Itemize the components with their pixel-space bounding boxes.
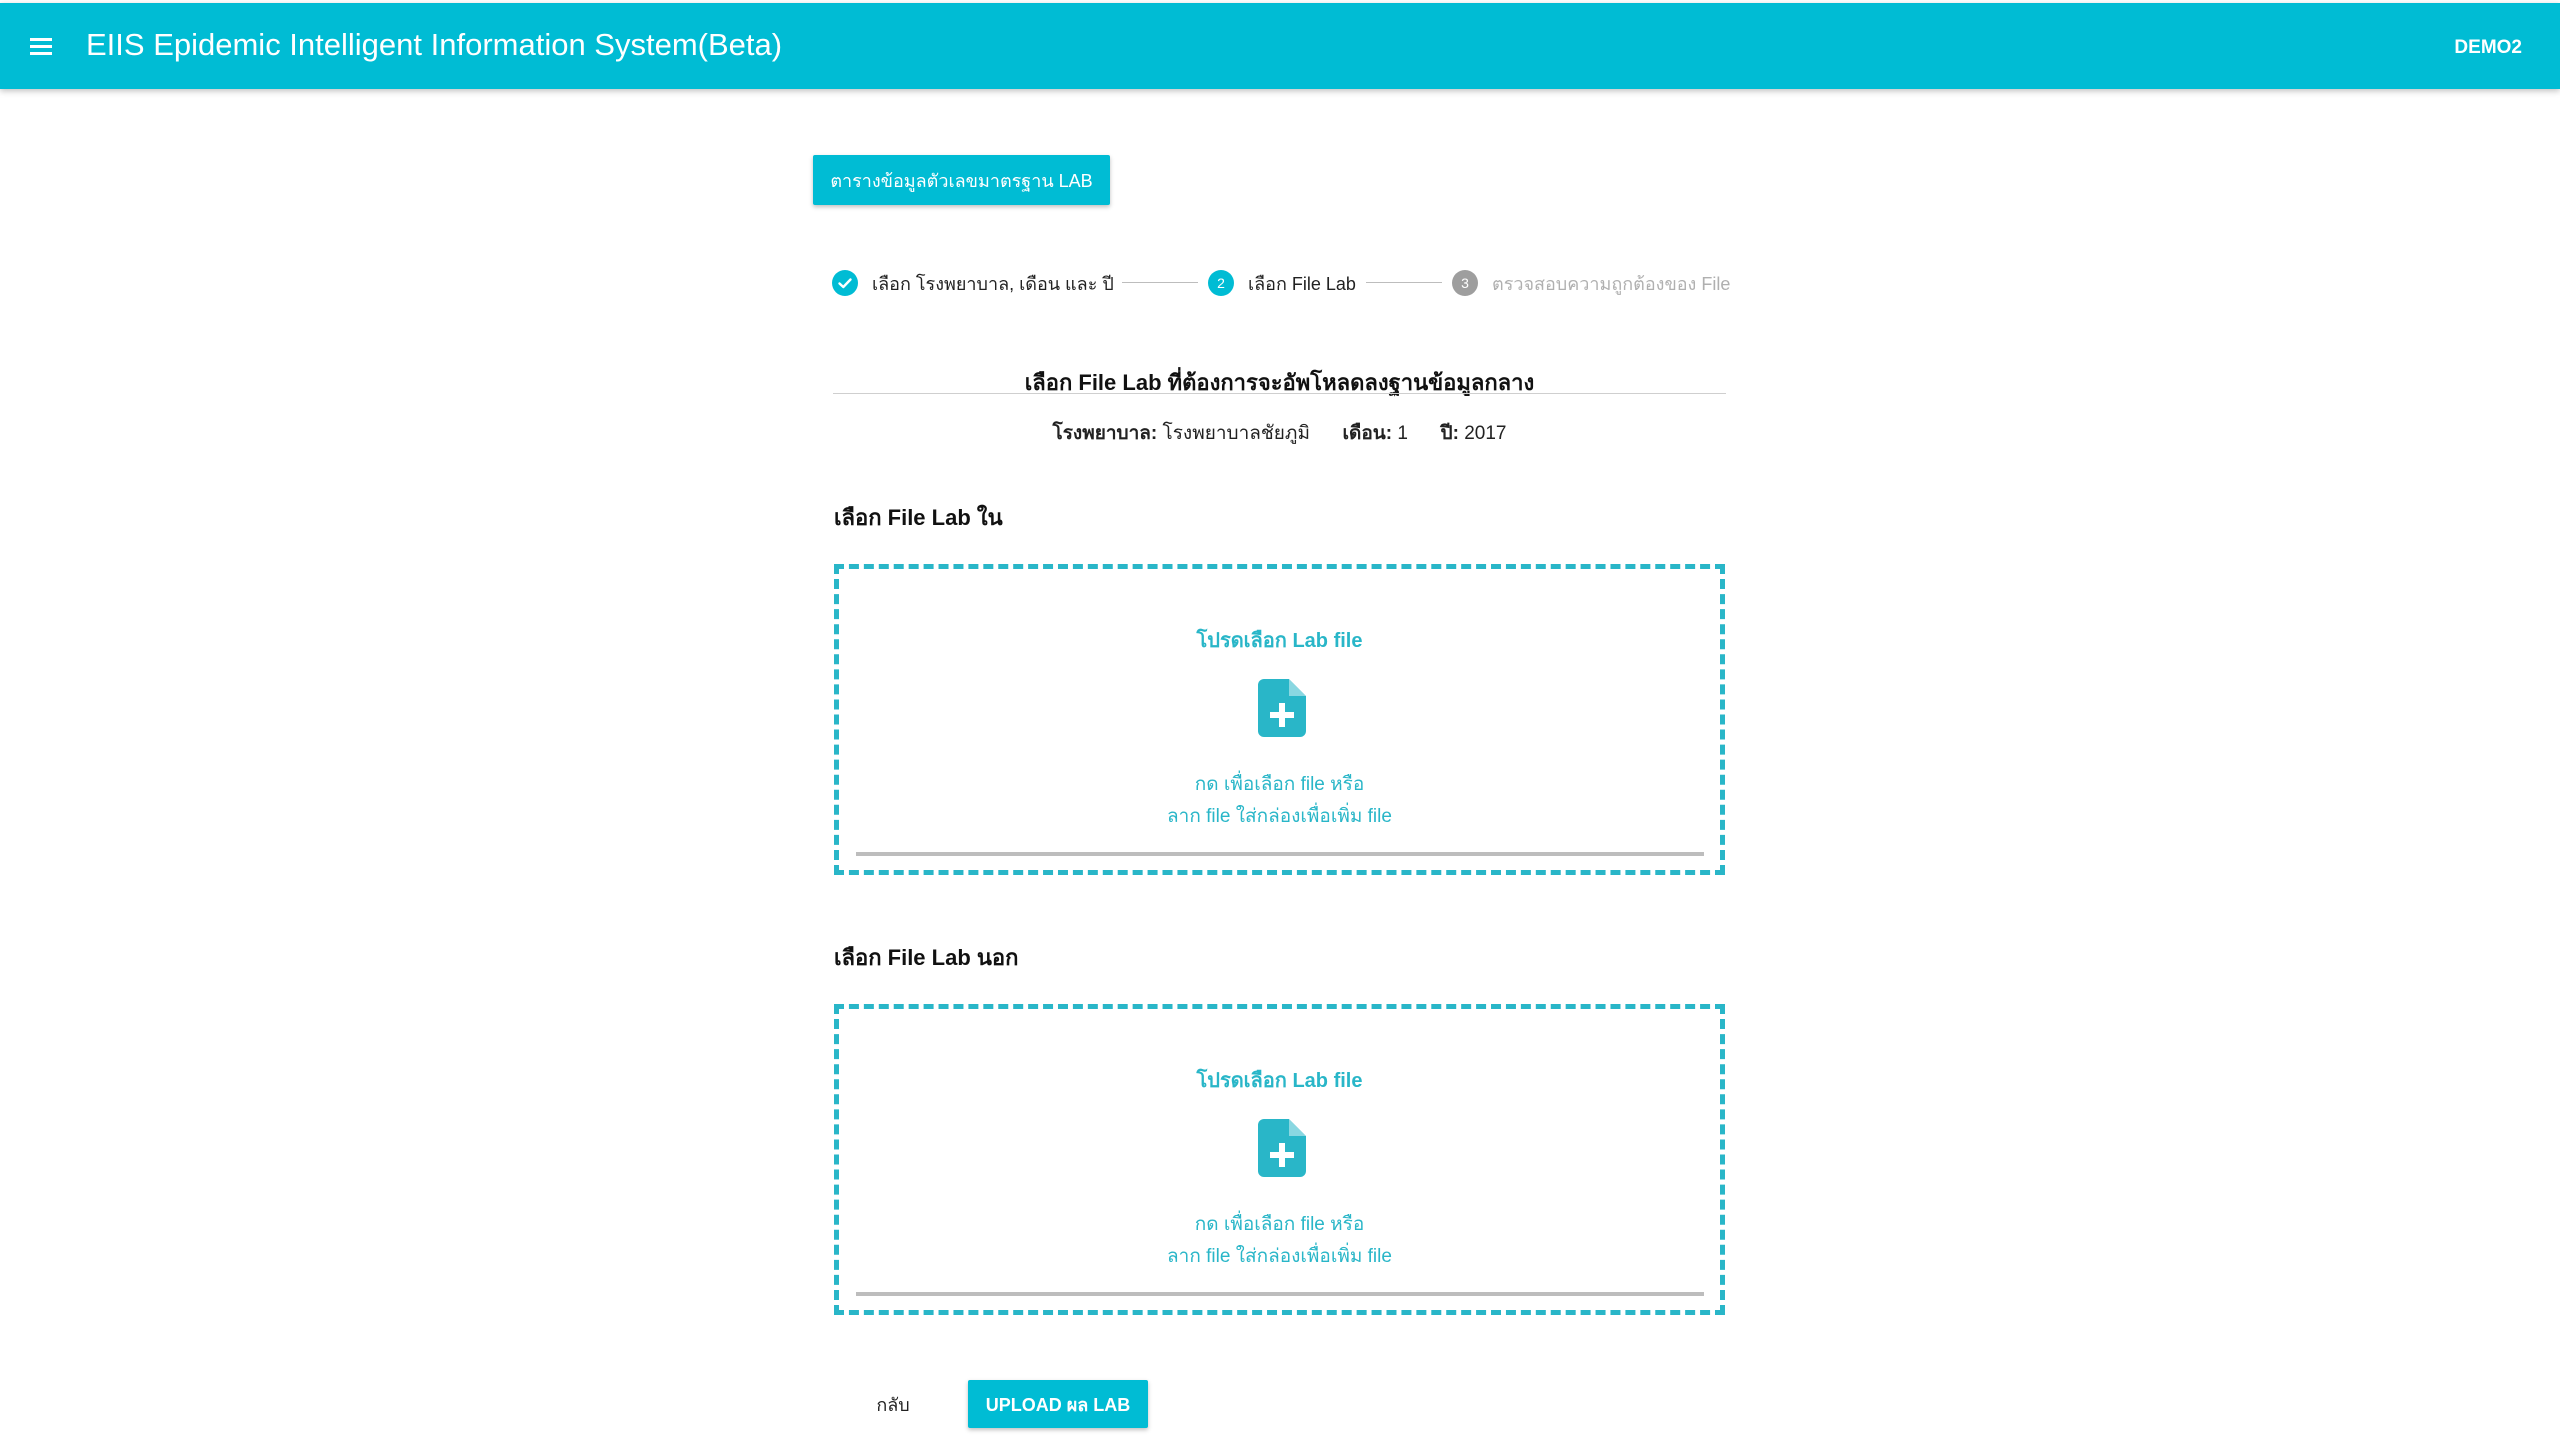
divider (833, 393, 1726, 394)
back-button[interactable]: กลับ (860, 1385, 926, 1423)
dropzone-inpatient[interactable]: โปรดเลือก Lab file กด เพื่อเลือก file หร… (834, 564, 1725, 875)
stepper: เลือก โรงพยาบาล, เดือน และ ปี 2 เลือก Fi… (832, 267, 1730, 299)
file-add-icon (1258, 679, 1306, 737)
step-connector (1366, 282, 1442, 283)
dropzone-underline (856, 852, 1704, 856)
section-title-inpatient: เลือก File Lab ใน (834, 505, 1003, 530)
step-connector (1122, 282, 1198, 283)
step-label: เลือก โรงพยาบาล, เดือน และ ปี (872, 273, 1114, 294)
dropzone-hint: ลาก file ใส่กล่องเพื่อเพิ่ม file (1167, 1246, 1392, 1267)
lab-standard-table-button[interactable]: ตารางข้อมูลตัวเลขมาตรฐาน LAB (813, 155, 1110, 205)
file-add-icon (1258, 1119, 1306, 1177)
hospital-value: โรงพยาบาลชัยภูมิ (1162, 423, 1310, 444)
dropzone-hint: กด เพื่อเลือก file หรือ (1194, 774, 1365, 795)
step-label: ตรวจสอบความถูกต้องของ File (1492, 273, 1731, 294)
year-value: 2017 (1464, 423, 1507, 444)
hospital-label: โรงพยาบาล: (1052, 423, 1158, 444)
month-value: 1 (1397, 423, 1408, 444)
month-label: เดือน: (1342, 423, 1393, 444)
page-title: เลือก File Lab ที่ต้องการจะอัพโหลดลงฐานข… (1024, 370, 1535, 395)
dropzone-title: โปรดเลือก Lab file (1196, 1070, 1363, 1092)
upload-lab-button[interactable]: UPLOAD ผล LAB (968, 1380, 1148, 1428)
dropzone-outpatient[interactable]: โปรดเลือก Lab file กด เพื่อเลือก file หร… (834, 1004, 1725, 1315)
user-menu[interactable]: DEMO2 (2454, 37, 2522, 59)
dropzone-hint: ลาก file ใส่กล่องเพื่อเพิ่ม file (1167, 806, 1392, 827)
section-title-outpatient: เลือก File Lab นอก (834, 945, 1019, 970)
selection-summary: โรงพยาบาล: โรงพยาบาลชัยภูมิ เดือน: 1 ปี:… (833, 418, 1726, 448)
step-number: 3 (1452, 270, 1478, 296)
dropzone-underline (856, 1292, 1704, 1296)
step-select-hospital[interactable]: เลือก โรงพยาบาล, เดือน และ ปี (832, 267, 1114, 299)
step-select-file[interactable]: 2 เลือก File Lab (1208, 267, 1356, 299)
year-label: ปี: (1440, 423, 1459, 444)
check-icon (832, 270, 858, 296)
step-label: เลือก File Lab (1248, 273, 1356, 294)
app-bar: EIIS Epidemic Intelligent Information Sy… (0, 3, 2560, 89)
app-title: EIIS Epidemic Intelligent Information Sy… (86, 27, 783, 62)
dropzone-title: โปรดเลือก Lab file (1196, 630, 1363, 652)
hamburger-menu-icon[interactable] (26, 33, 58, 61)
step-verify-file[interactable]: 3 ตรวจสอบความถูกต้องของ File (1452, 267, 1730, 299)
dropzone-hint: กด เพื่อเลือก file หรือ (1194, 1214, 1365, 1235)
step-number: 2 (1208, 270, 1234, 296)
